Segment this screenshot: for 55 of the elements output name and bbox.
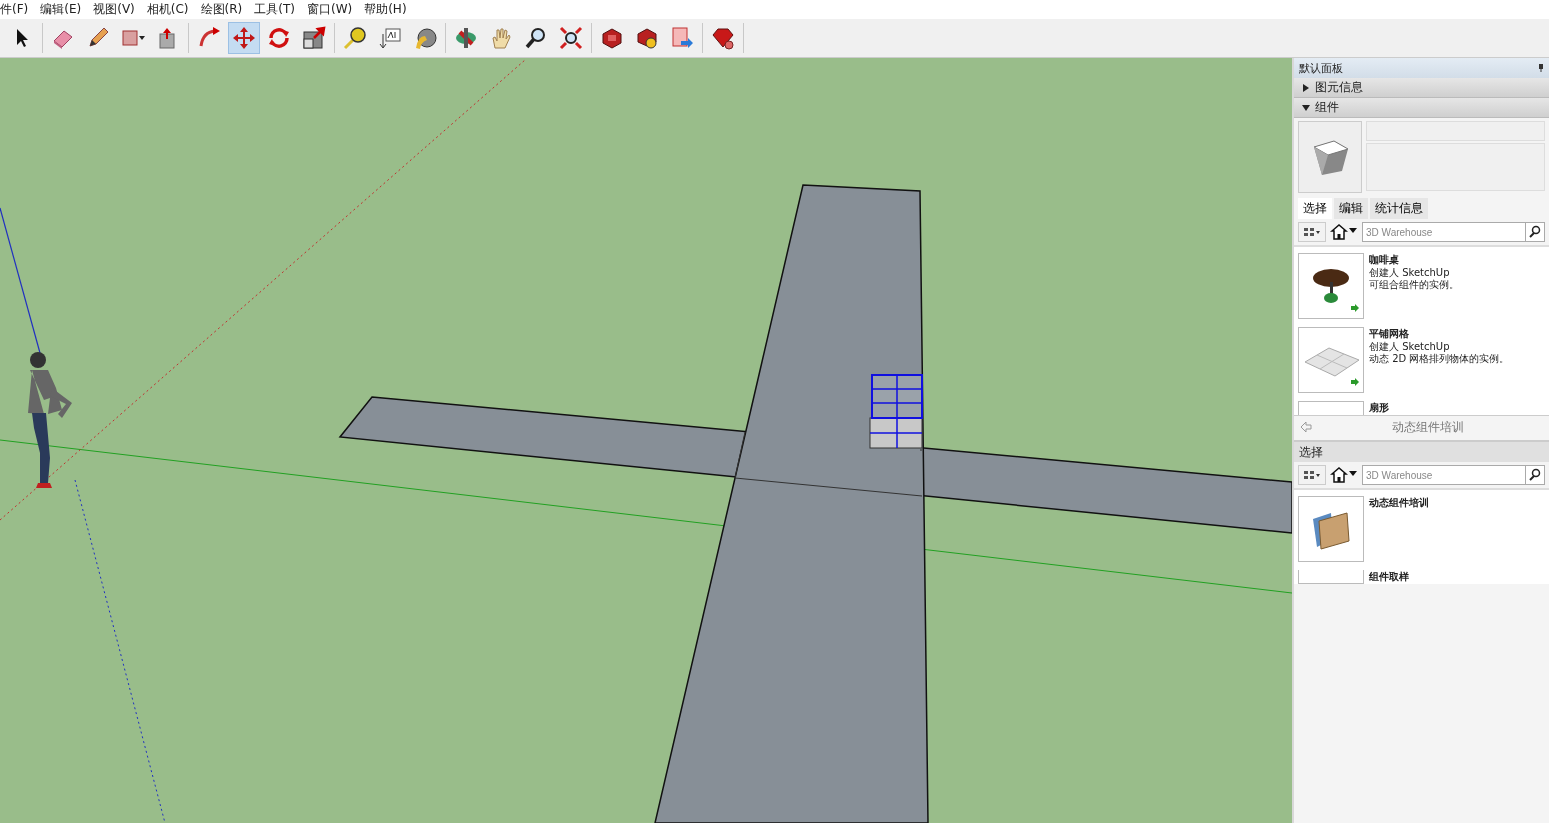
menu-item[interactable]: 绘图(R) — [200, 1, 249, 18]
menu-item[interactable]: 工具(T) — [254, 1, 301, 18]
pin-icon[interactable] — [1538, 64, 1544, 72]
search-field[interactable]: 3D Warehouse — [1362, 222, 1526, 242]
component-name[interactable]: 咖啡桌 — [1369, 253, 1459, 267]
back-arrow-icon[interactable] — [1300, 421, 1312, 433]
component-thumbnail[interactable] — [1298, 496, 1364, 562]
magnifier-icon — [524, 26, 548, 50]
panel-title: 默认面板 — [1299, 60, 1343, 76]
view-options-button[interactable] — [1298, 465, 1326, 485]
section-title: 图元信息 — [1315, 79, 1363, 96]
home-dropdown-icon[interactable] — [1330, 223, 1358, 241]
menu-item[interactable]: 视图(V) — [93, 1, 141, 18]
search-icon[interactable] — [1526, 465, 1545, 485]
document-arrow-icon — [670, 26, 694, 50]
gem-icon — [711, 26, 735, 50]
menu-item[interactable]: 窗口(W) — [306, 1, 359, 18]
grid-dropdown-icon — [1303, 470, 1321, 480]
text-label-icon — [378, 26, 402, 50]
menu-item[interactable]: 相机(C) — [146, 1, 195, 18]
section-header[interactable]: 组件 — [1294, 98, 1549, 118]
section-header[interactable]: 图元信息 — [1294, 78, 1549, 98]
component-thumbnail[interactable] — [1298, 327, 1364, 393]
component-name[interactable]: 动态组件培训 — [1369, 496, 1429, 510]
tape-measure-icon — [343, 26, 367, 50]
menu-item[interactable]: 件(F) — [0, 1, 35, 18]
menu-item[interactable]: 帮助(H) — [364, 1, 413, 18]
tab[interactable]: 选择 — [1298, 198, 1332, 219]
navigation-title: 动态组件培训 — [1390, 418, 1465, 436]
pane-header: 选择 — [1294, 440, 1549, 462]
zoom-extents-icon — [559, 26, 583, 50]
search-icon[interactable] — [1526, 222, 1545, 242]
component-description: 动态 2D 网格排列物体的实例。 — [1369, 353, 1510, 365]
view-options-button[interactable] — [1298, 222, 1326, 242]
grid-dropdown-icon — [1303, 227, 1321, 237]
pencil-icon — [86, 26, 110, 50]
section-title: 组件 — [1315, 99, 1339, 116]
tab[interactable]: 编辑 — [1334, 198, 1368, 219]
component-name[interactable]: 扇形 — [1369, 401, 1389, 415]
home-dropdown-icon[interactable] — [1330, 466, 1358, 484]
menu-item[interactable]: 编辑(E) — [40, 1, 88, 18]
search-field[interactable]: 3D Warehouse — [1362, 465, 1526, 485]
rotate-arrows-icon — [267, 26, 291, 50]
scale-icon — [302, 26, 326, 50]
component-description: 可组合组件的实例。 — [1369, 279, 1459, 291]
tab[interactable]: 统计信息 — [1370, 198, 1428, 219]
orbit-icon — [454, 26, 478, 50]
hand-icon — [489, 26, 513, 50]
component-name[interactable]: 平铺网格 — [1369, 327, 1510, 341]
component-thumbnail[interactable] — [1298, 253, 1364, 319]
paint-bucket-icon — [413, 26, 437, 50]
four-arrows-icon — [232, 26, 256, 50]
component-name[interactable]: 组件取样 — [1369, 570, 1409, 584]
component-author: 创建人 SketchUp — [1369, 267, 1451, 279]
component-author: 创建人 SketchUp — [1369, 341, 1451, 353]
